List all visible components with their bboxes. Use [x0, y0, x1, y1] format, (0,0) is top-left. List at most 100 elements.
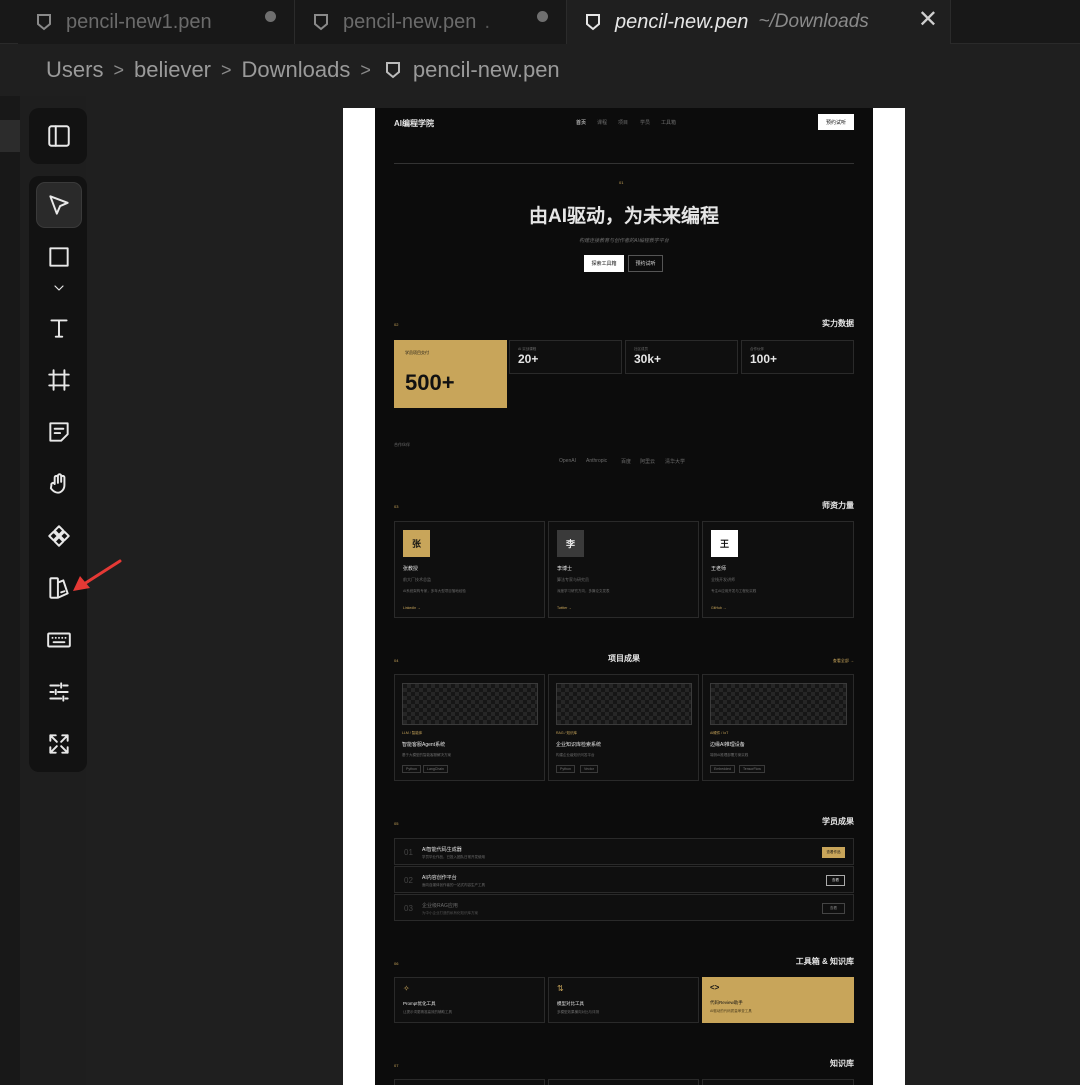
section-title: 实力数据	[822, 319, 854, 328]
row-number: 03	[404, 904, 413, 913]
teacher-card[interactable]: 张 张教授 前大厂技术总监 AI系统架构专家，多年大型项目落地经验 Linked…	[394, 521, 545, 618]
chevron-down-icon[interactable]	[36, 276, 82, 300]
tool-name: 代码Review助手	[710, 1000, 743, 1005]
teacher-card[interactable]: 李 李博士 算法专家与研究员 深度学习研究方向，多篇论文发表 Twitter →	[548, 521, 699, 618]
code-icon: <>	[710, 983, 720, 992]
avatar: 李	[557, 530, 584, 557]
nav-item-courses[interactable]: 课程	[597, 119, 607, 126]
tool-desc: 让提示词更精准高效的辅助工具	[403, 1010, 452, 1014]
tech-chip: LangChain	[423, 765, 448, 773]
nav-item-home[interactable]: 首页	[576, 119, 586, 126]
site-logo[interactable]: AI编程学院	[394, 118, 434, 129]
partners-label: 合作伙伴	[394, 442, 410, 447]
partner-logo: Anthropic	[586, 458, 608, 464]
annotation-arrow-icon	[73, 559, 122, 591]
component-icon[interactable]	[36, 513, 82, 559]
project-desc: 基于大模型的智能客服解决方案	[402, 753, 451, 757]
knowledge-card[interactable]	[548, 1079, 699, 1085]
sticky-note-icon[interactable]	[36, 409, 82, 455]
rectangle-icon[interactable]	[36, 234, 82, 280]
website-artboard[interactable]: AI编程学院 首页 课程 项目 学员 工具箱 预约试听 01 由AI驱动，为未来…	[375, 108, 873, 1085]
tab-pencil-new[interactable]: pencil-new.pen .	[295, 0, 567, 44]
nav-item-projects[interactable]: 项目	[618, 119, 628, 126]
tab-pencil-new-active[interactable]: pencil-new.pen ~/Downloads ✕	[567, 0, 951, 44]
tab-pencil-new1[interactable]: pencil-new1.pen	[18, 0, 295, 44]
section-title: 项目成果	[608, 654, 640, 663]
frame-icon[interactable]	[36, 357, 82, 403]
view-all-link[interactable]: 查看全部 →	[833, 658, 854, 664]
tool-card[interactable]: ⇅ 模型对比工具 多模型效果横向对比与评测	[548, 977, 699, 1023]
sidebar-toggle-icon[interactable]	[36, 113, 82, 159]
view-button[interactable]: 查看	[822, 903, 845, 914]
stat-card: AI 实战课程 20+	[509, 340, 622, 374]
breadcrumb-item[interactable]: pencil-new.pen	[413, 57, 560, 83]
partner-logo: 清华大学	[665, 459, 686, 465]
stat-card: 合作伙伴 100+	[741, 340, 854, 374]
breadcrumb-item[interactable]: Users	[46, 57, 103, 83]
tech-chip: Python	[556, 765, 575, 773]
social-link[interactable]: LinkedIn →	[403, 606, 421, 610]
tab-label: pencil-new.pen	[615, 10, 749, 33]
pen-file-icon	[583, 11, 605, 33]
knowledge-card[interactable]	[394, 1079, 545, 1085]
hero-title: 由AI驱动，为未来编程	[528, 206, 719, 227]
project-name: 智能客服Agent系统	[402, 742, 446, 748]
student-row[interactable]: 01 AI智能代码生成器 学员毕业作品，已投入团队日常开发使用 查看作品	[394, 838, 854, 865]
compare-icon: ⇅	[557, 984, 564, 993]
stat-value: 30k+	[634, 352, 662, 366]
hero-trial-button[interactable]: 预约试听	[628, 255, 663, 272]
knowledge-card[interactable]	[702, 1079, 854, 1085]
student-project-title: AI内容创作平台	[422, 875, 457, 881]
teacher-role: 前大厂技术总监	[403, 577, 431, 582]
fullscreen-icon[interactable]	[36, 721, 82, 767]
text-icon[interactable]	[36, 305, 82, 351]
section-title: 学员成果	[822, 817, 854, 826]
stat-value: 500+	[405, 370, 455, 395]
pointer-icon[interactable]	[36, 182, 82, 228]
social-link[interactable]: Twitter →	[557, 606, 572, 610]
project-card[interactable]: RAG / 知识库 企业知识库检索系统 构建企业级知识问答平台 Python V…	[548, 674, 699, 781]
student-row[interactable]: 03 企业级RAG应用 为中小企业打造的私有化知识库方案 查看	[394, 894, 854, 921]
nav-item-toolbox[interactable]: 工具箱	[661, 119, 676, 126]
unsaved-dot-icon	[265, 11, 276, 22]
book-trial-button[interactable]: 预约试听	[818, 114, 854, 130]
breadcrumb: Users > believer > Downloads > pencil-ne…	[0, 44, 1080, 96]
divider	[394, 163, 854, 164]
project-thumbnail	[556, 683, 692, 725]
tab-bar: pencil-new1.pen pencil-new.pen . pencil-…	[0, 0, 1080, 44]
row-number: 02	[404, 876, 413, 885]
nav-item-students[interactable]: 学员	[640, 119, 650, 126]
tool-desc: 多模型效果横向对比与评测	[557, 1010, 599, 1014]
sliders-icon[interactable]	[36, 669, 82, 715]
keyboard-icon[interactable]	[36, 617, 82, 663]
project-card[interactable]: AI硬件 / IoT 边缘AI推理设备 端侧AI推理部署方案实践 Embedde…	[702, 674, 854, 781]
teacher-role: 全栈开发讲师	[711, 577, 735, 582]
project-card[interactable]: LLM / 智能体 智能客服Agent系统 基于大模型的智能客服解决方案 Pyt…	[394, 674, 545, 781]
breadcrumb-item[interactable]: believer	[134, 57, 211, 83]
teacher-role: 算法专家与研究员	[557, 577, 589, 582]
tech-chip: TensorFlow	[739, 765, 765, 773]
chevron-right-icon: >	[221, 59, 232, 80]
project-tag: AI硬件 / IoT	[710, 731, 729, 735]
tool-name: Prompt优化工具	[403, 1001, 436, 1006]
pen-file-icon	[383, 60, 403, 80]
sparkle-icon: ✧	[403, 984, 410, 993]
avatar: 王	[711, 530, 738, 557]
explore-toolbox-button[interactable]: 探索工具箱	[584, 255, 624, 272]
tool-card-featured[interactable]: <> 代码Review助手 AI驱动的代码质量审查工具	[702, 977, 854, 1023]
stat-value: 100+	[750, 352, 778, 366]
close-icon[interactable]: ✕	[918, 5, 938, 34]
stat-card-featured: 学员项目交付 500+	[394, 340, 507, 408]
student-row[interactable]: 02 AI内容创作平台 面向自媒体创作者的一站式内容生产工具 查看	[394, 866, 854, 893]
hand-icon[interactable]	[36, 461, 82, 507]
teacher-card[interactable]: 王 王老师 全栈开发讲师 专注AI应用开发与工程化实践 GitHub →	[702, 521, 854, 618]
tab-description: ~/Downloads	[758, 11, 869, 32]
social-link[interactable]: GitHub →	[711, 606, 726, 610]
chevron-right-icon: >	[360, 59, 371, 80]
gutter-marker	[0, 120, 20, 152]
breadcrumb-item[interactable]: Downloads	[242, 57, 351, 83]
view-button[interactable]: 查看	[826, 875, 845, 886]
partner-logo: 百度	[621, 459, 632, 465]
tool-card[interactable]: ✧ Prompt优化工具 让提示词更精准高效的辅助工具	[394, 977, 545, 1023]
view-work-button[interactable]: 查看作品	[822, 847, 845, 858]
